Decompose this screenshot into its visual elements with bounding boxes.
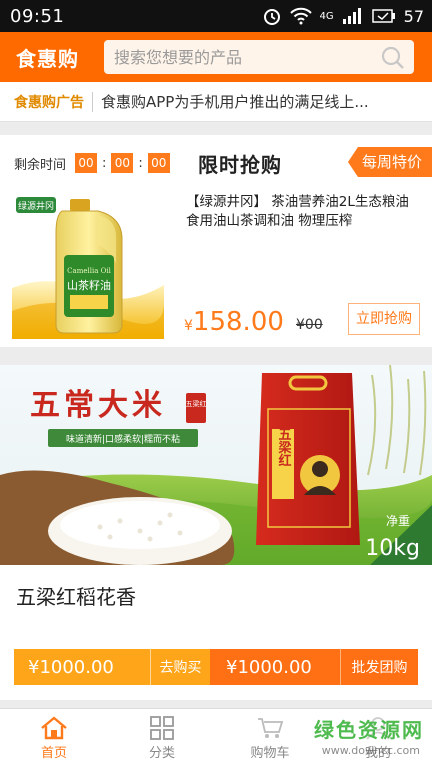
search-input[interactable]	[114, 47, 404, 67]
flash-price: ¥158.00	[184, 307, 284, 337]
flash-sale-title: 限时抢购	[198, 153, 282, 177]
oil-brand-logo: 绿源井冈	[18, 200, 54, 212]
rice-product-name[interactable]: 五梁红稻花香	[16, 581, 136, 610]
flash-price-value: 158.00	[192, 307, 284, 337]
app-screen: 09:51 4G 57 食惠购 食惠购广告 食惠购APP为手机用户推出的满足线上…	[0, 0, 432, 768]
countdown: 剩余时间 00 : 00 : 00	[14, 153, 170, 173]
countdown-minutes: 00	[111, 153, 134, 173]
wholesale-price: ¥1000.00	[210, 649, 340, 685]
battery-level: 57	[403, 6, 424, 26]
rice-seal: 五梁红	[186, 399, 207, 408]
tab-profile[interactable]: 我的	[324, 709, 432, 768]
flash-product-name[interactable]: 【绿源井冈】 茶油营养油2L生态粮油食用油山茶调和油 物理压榨	[186, 193, 422, 231]
tab-category[interactable]: 分类	[108, 709, 216, 768]
countdown-hours: 00	[75, 153, 98, 173]
tab-cart[interactable]: 购物车	[216, 709, 324, 768]
home-icon	[41, 716, 67, 740]
status-time: 09:51	[10, 5, 65, 27]
search-bar[interactable]	[104, 40, 414, 74]
retail-price: ¥1000.00	[14, 649, 150, 685]
tab-category-label: 分类	[148, 746, 175, 761]
rice-headline: 五常大米	[30, 388, 166, 423]
rice-banner-image[interactable]: 五常大米 五梁红 味道清新|口感柔软|糯而不粘 五梁红 净重 10kg	[0, 365, 432, 565]
rice-bag-label: 五梁红	[276, 428, 293, 467]
countdown-separator: :	[138, 155, 143, 171]
countdown-seconds: 00	[147, 153, 170, 173]
status-bar: 09:51 4G 57	[0, 0, 432, 32]
tab-profile-label: 我的	[364, 746, 391, 761]
search-icon[interactable]	[380, 45, 406, 71]
go-buy-button[interactable]: 去购买	[150, 649, 210, 685]
countdown-label: 剩余时间	[14, 157, 67, 173]
battery-icon	[371, 9, 395, 23]
flash-sale-card: 剩余时间 00 : 00 : 00 限时抢购 每周特价 绿源井冈 Camelli…	[0, 135, 432, 347]
currency-symbol: ¥	[184, 318, 193, 334]
rice-slogan: 味道清新|口感柔软|糯而不粘	[66, 433, 180, 445]
oil-product-image[interactable]: 绿源井冈 Camellia Oil 山茶籽油	[12, 193, 164, 339]
flash-original-price: ¥00	[296, 317, 323, 333]
oil-label: 山茶籽油	[67, 278, 111, 292]
weekly-special-badge[interactable]: 每周特价	[347, 147, 432, 177]
wifi-icon	[289, 7, 312, 25]
buy-now-button[interactable]: 立即抢购	[348, 303, 420, 335]
tab-home[interactable]: 首页	[0, 709, 108, 768]
user-icon	[366, 717, 390, 740]
tab-home-label: 首页	[40, 746, 67, 761]
ad-notice-bar[interactable]: 食惠购广告 食惠购APP为手机用户推出的满足线上...	[0, 82, 432, 122]
app-brand: 食惠购	[16, 46, 79, 71]
bottom-tab-bar: 首页 分类 购物车 我的	[0, 708, 432, 768]
rice-product-card: 五常大米 五梁红 味道清新|口感柔软|糯而不粘 五梁红 净重 10kg 五梁红稻…	[0, 365, 432, 700]
rice-weight-value: 10kg	[365, 536, 420, 561]
ad-tag: 食惠购广告	[14, 91, 93, 112]
signal-icon	[342, 8, 361, 24]
app-header: 食惠购	[0, 32, 432, 82]
ad-message[interactable]: 食惠购APP为手机用户推出的满足线上...	[93, 91, 369, 112]
rice-buy-bar: ¥1000.00 去购买 ¥1000.00 批发团购	[14, 649, 418, 685]
oil-label-sub: Camellia Oil	[67, 267, 111, 275]
tab-cart-label: 购物车	[250, 746, 290, 761]
wholesale-button[interactable]: 批发团购	[340, 649, 418, 685]
status-icons: 4G 57	[262, 6, 424, 26]
rice-weight-label: 净重	[386, 514, 410, 528]
countdown-separator: :	[102, 155, 107, 171]
alarm-icon	[263, 9, 280, 25]
cart-icon	[258, 718, 284, 738]
grid-icon	[150, 716, 174, 740]
network-type: 4G	[319, 10, 334, 22]
